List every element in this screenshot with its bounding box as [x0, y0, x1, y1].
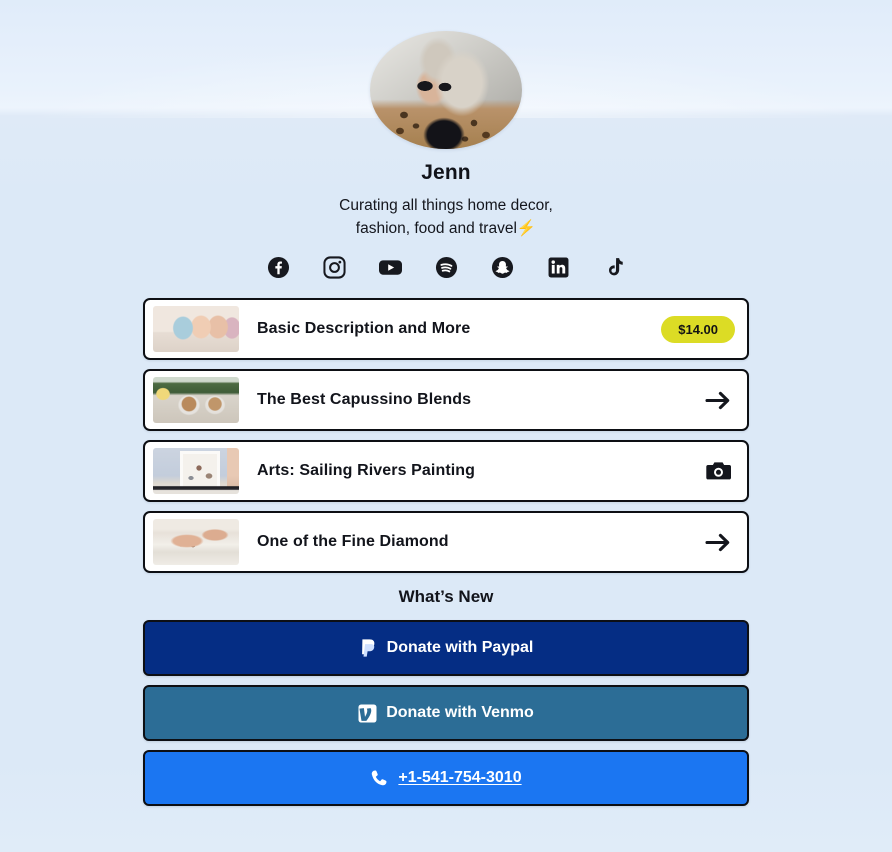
link-card-sailing-rivers-painting[interactable]: Arts: Sailing Rivers Painting [143, 440, 749, 502]
instagram-icon [322, 255, 346, 279]
button-label: Donate with Venmo [386, 704, 534, 721]
lightning-bolt-icon: ⚡ [516, 220, 537, 237]
arrow-right-icon[interactable] [701, 390, 735, 411]
social-link-snapchat[interactable] [474, 253, 530, 281]
button-label: +1-541-754-3010 [398, 769, 522, 786]
sofa-pillows-thumbnail [153, 306, 239, 352]
venmo-icon [358, 704, 377, 723]
link-card-fine-diamond[interactable]: One of the Fine Diamond [143, 511, 749, 573]
camera-icon[interactable] [701, 460, 735, 482]
avatar [370, 31, 522, 149]
link-cards: Basic Description and More $14.00 The Be… [143, 298, 749, 573]
social-link-youtube[interactable] [362, 253, 418, 281]
youtube-icon [378, 256, 403, 279]
bio-line-1: Curating all things home decor, [339, 197, 553, 214]
bio-line-2: fashion, food and travel [355, 220, 517, 237]
linkedin-icon [547, 256, 570, 279]
social-link-instagram[interactable] [306, 253, 362, 281]
phone-number-button[interactable]: +1-541-754-3010 [143, 750, 749, 806]
social-link-linkedin[interactable] [530, 253, 586, 281]
facebook-icon [267, 256, 290, 279]
link-card-capussino-blends[interactable]: The Best Capussino Blends [143, 369, 749, 431]
link-card-title: Arts: Sailing Rivers Painting [257, 462, 476, 479]
arrow-right-icon[interactable] [701, 532, 735, 553]
social-link-spotify[interactable] [418, 253, 474, 281]
social-link-tiktok[interactable] [586, 253, 642, 281]
snapchat-icon [491, 256, 514, 279]
donate-with-venmo-button[interactable]: Donate with Venmo [143, 685, 749, 741]
profile-bio: Curating all things home decor, fashion,… [339, 194, 553, 240]
link-card-title: Basic Description and More [257, 320, 471, 337]
profile-name: Jenn [421, 161, 471, 184]
coffee-cups-thumbnail [153, 377, 239, 423]
link-card-title: One of the Fine Diamond [257, 533, 449, 550]
action-buttons: Donate with Paypal Donate with Venmo +1-… [143, 620, 749, 806]
social-links [250, 253, 642, 281]
link-card-basic-description[interactable]: Basic Description and More $14.00 [143, 298, 749, 360]
framed-art-thumbnail [153, 448, 239, 494]
hands-rings-thumbnail [153, 519, 239, 565]
price-badge: $14.00 [661, 315, 735, 343]
donate-with-paypal-button[interactable]: Donate with Paypal [143, 620, 749, 676]
phone-icon [370, 769, 389, 788]
social-link-facebook[interactable] [250, 253, 306, 281]
link-card-title: The Best Capussino Blends [257, 391, 472, 408]
paypal-icon [359, 638, 378, 658]
link-in-bio-page: Jenn Curating all things home decor, fas… [0, 0, 892, 852]
button-label: Donate with Paypal [386, 639, 534, 656]
tiktok-icon [603, 256, 625, 279]
whats-new-heading: What’s New [398, 587, 494, 606]
avatar-image [370, 31, 522, 149]
spotify-icon [435, 256, 458, 279]
